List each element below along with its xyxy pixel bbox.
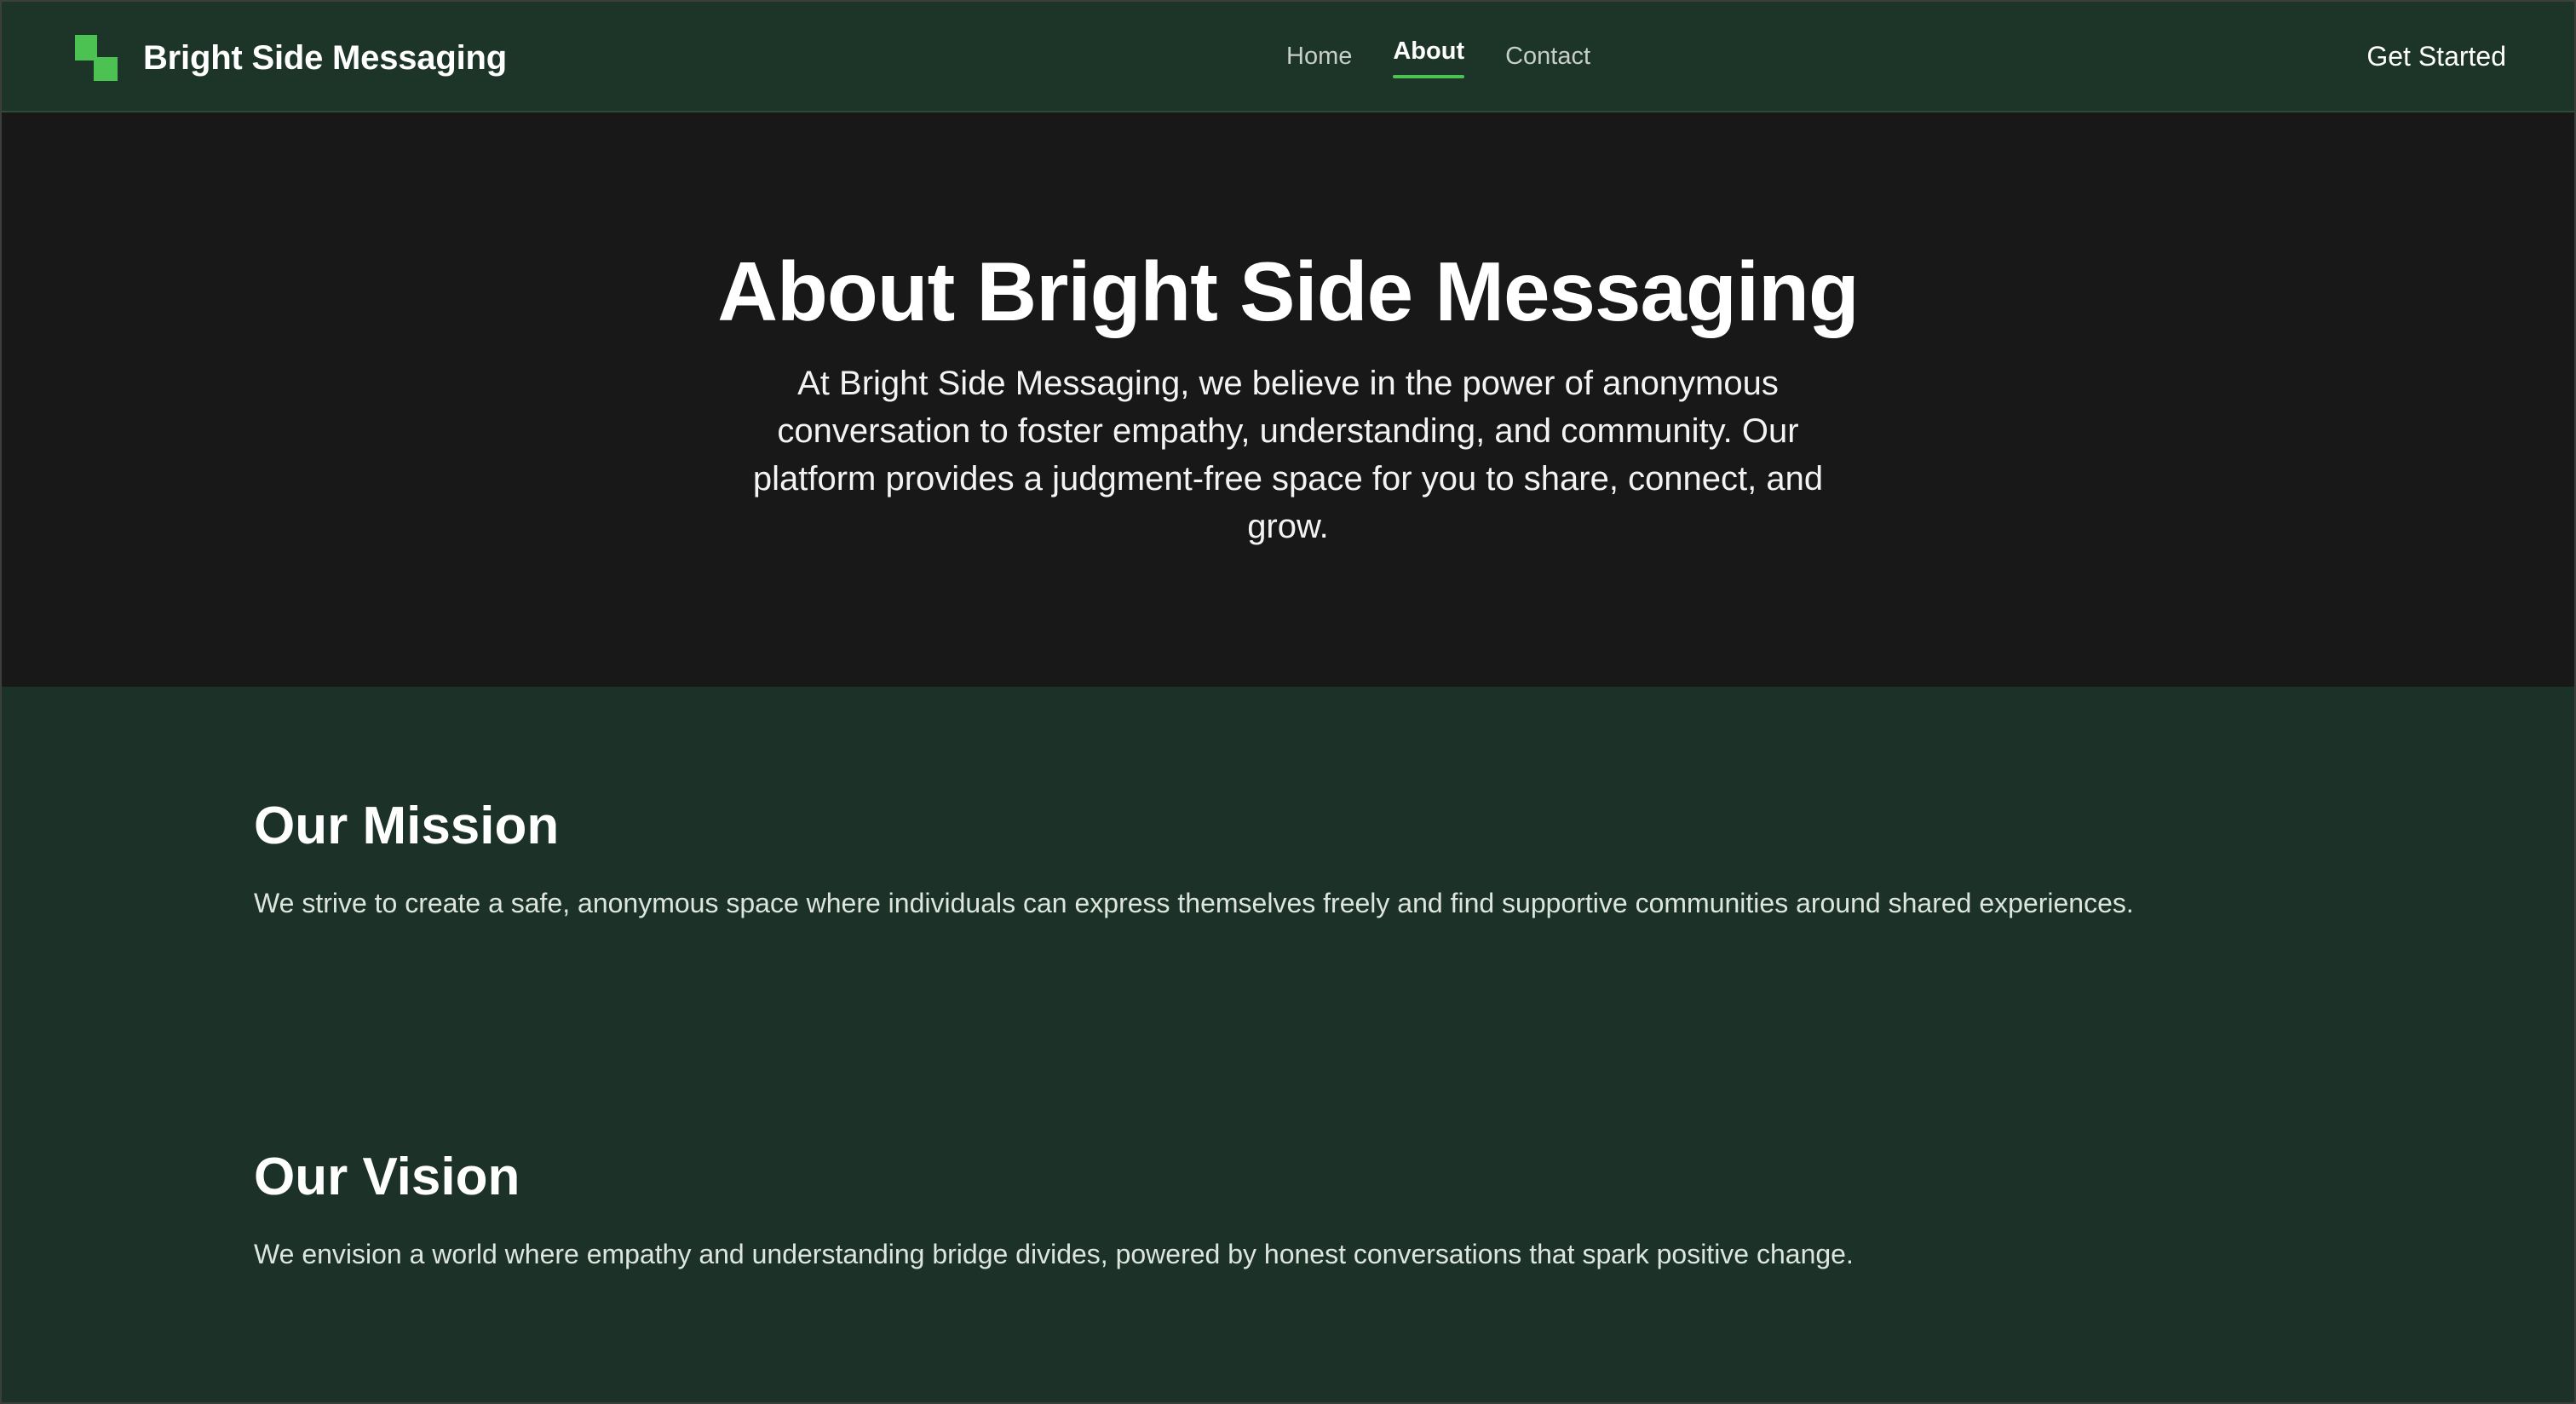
hero-title: About Bright Side Messaging xyxy=(717,245,1860,338)
site-header: Bright Side Messaging Home About Contact… xyxy=(2,2,2574,112)
main-nav: Home About Contact xyxy=(1286,36,1590,78)
nav-link-home[interactable]: Home xyxy=(1286,36,1352,77)
vision-text: We envision a world where empathy and un… xyxy=(254,1239,1854,1269)
vision-heading: Our Vision xyxy=(254,1148,520,1206)
hero-section: About Bright Side Messaging At Bright Si… xyxy=(2,112,2574,687)
brand-name[interactable]: Bright Side Messaging xyxy=(143,39,507,78)
nav-link-contact[interactable]: Contact xyxy=(1505,36,1590,77)
app-window: Bright Side Messaging Home About Contact… xyxy=(0,0,2576,1404)
mission-section: Our Mission We strive to create a safe, … xyxy=(254,792,2383,922)
vision-section: Our Vision We envision a world where emp… xyxy=(254,1143,2383,1273)
mission-text: We strive to create a safe, anonymous sp… xyxy=(254,888,2134,918)
content-area: Our Mission We strive to create a safe, … xyxy=(2,687,2574,1402)
get-started-button[interactable]: Get Started xyxy=(2366,36,2506,77)
nav-link-about[interactable]: About xyxy=(1393,31,1464,78)
pixel-steps-logo-icon xyxy=(75,35,118,81)
brand[interactable]: Bright Side Messaging xyxy=(75,34,507,82)
hero-description: At Bright Side Messaging, we believe in … xyxy=(752,365,1824,545)
mission-heading: Our Mission xyxy=(254,797,560,855)
logo-square-bottom xyxy=(94,57,118,81)
